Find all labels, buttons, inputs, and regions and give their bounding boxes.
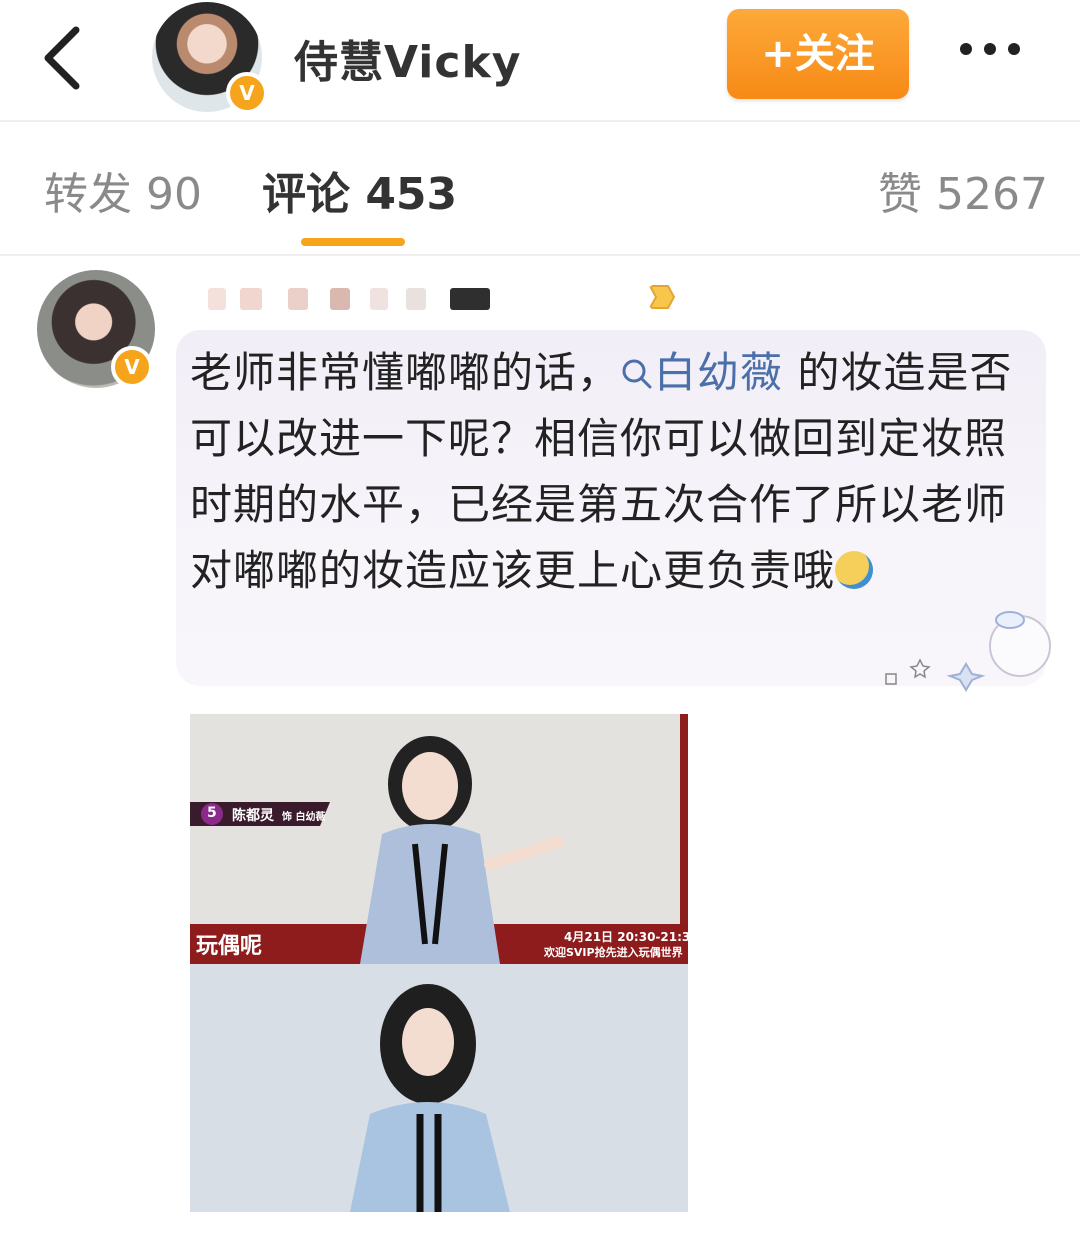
search-mention-icon xyxy=(622,359,652,389)
top-bar: V 侍慧Vicky +关注 xyxy=(0,0,1080,120)
person-figure-icon xyxy=(190,964,688,1212)
tab-comments[interactable]: 评论 453 xyxy=(262,158,457,222)
vip-icon xyxy=(648,285,676,309)
verified-icon: V xyxy=(111,346,153,388)
show-logo: 玩偶呢 xyxy=(196,934,263,959)
person-figure-icon xyxy=(190,714,688,964)
role-tag: 饰 白幼薇 xyxy=(282,812,326,823)
commenter-name-redacted[interactable] xyxy=(200,282,676,316)
comment-image-2[interactable] xyxy=(190,964,688,1212)
verified-icon: V xyxy=(226,72,268,114)
air-note: 欢迎SVIP抢先进入玩偶世界 xyxy=(544,946,683,959)
tabs-divider xyxy=(0,254,1080,256)
emoji-icon xyxy=(835,550,874,589)
active-tab-indicator xyxy=(301,238,405,246)
tab-likes[interactable]: 赞 5267 xyxy=(878,158,1048,222)
episode-badge: 5 xyxy=(207,805,217,821)
follow-button[interactable]: +关注 xyxy=(727,9,909,99)
mention-link[interactable]: 白幼薇 xyxy=(620,348,783,397)
more-icon[interactable] xyxy=(960,40,1040,70)
header-divider xyxy=(0,120,1080,122)
mention-text: 白幼薇 xyxy=(654,348,784,397)
bubble-decoration-icon xyxy=(885,611,1051,692)
actor-name-tag: 陈都灵 xyxy=(232,808,274,824)
comment-text[interactable]: 老师非常懂嘟嘟的话， 白幼薇 的妆造是否可以改进一下呢？相信你可以做回到定妆照时期… xyxy=(190,340,1040,604)
air-time: 4月21日 20:30-21:30 xyxy=(564,930,688,944)
poster-name[interactable]: 侍慧Vicky xyxy=(294,26,521,90)
comment-text-part: 老师非常懂嘟嘟的话， xyxy=(190,348,621,397)
back-arrow-icon[interactable] xyxy=(36,20,96,90)
tab-reposts[interactable]: 转发 90 xyxy=(44,158,202,222)
comment-image-1[interactable]: 5 陈都灵 饰 白幼薇 玩偶呢 4月21日 20:30-21:30 欢迎SVIP… xyxy=(190,714,688,964)
